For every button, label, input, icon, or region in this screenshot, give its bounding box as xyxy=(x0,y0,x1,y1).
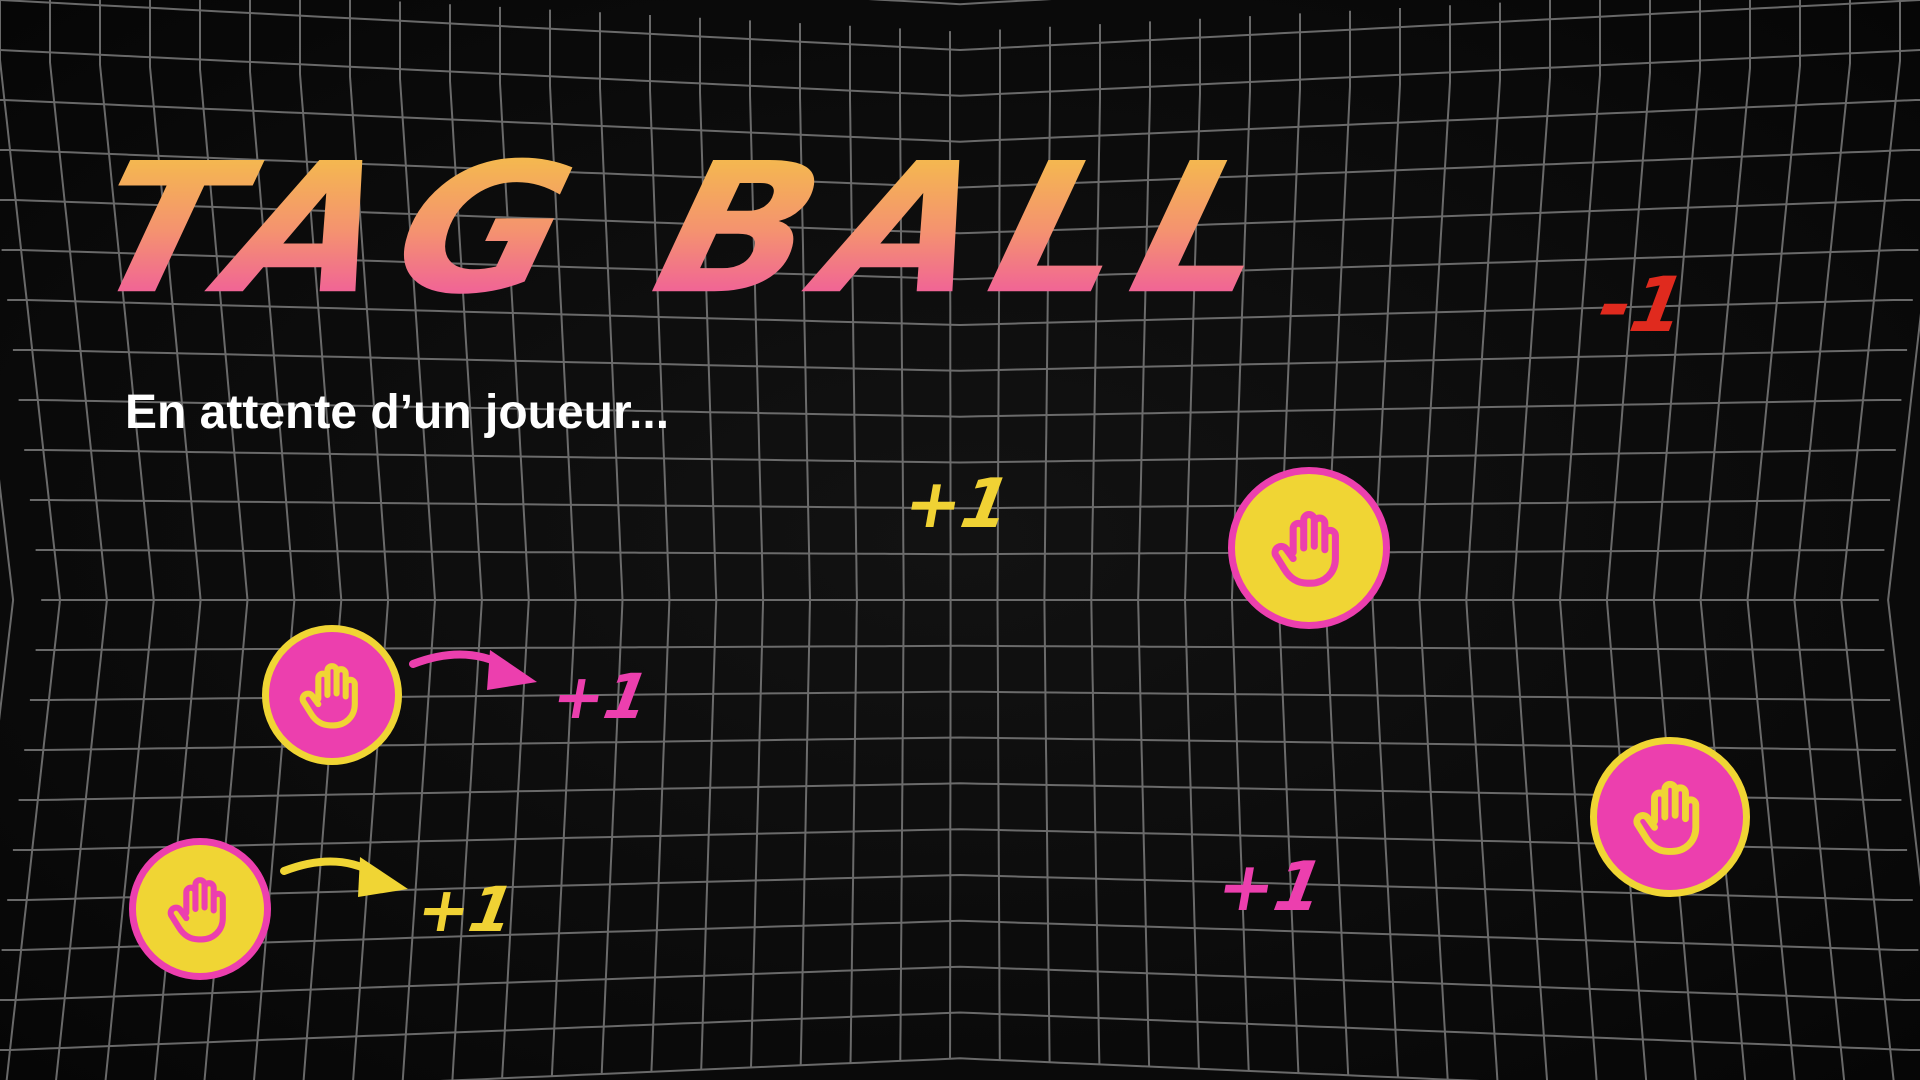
hand-icon xyxy=(1627,774,1713,860)
hand-token xyxy=(1590,737,1750,897)
hand-token xyxy=(1228,467,1390,629)
grid-line xyxy=(0,1011,1920,1051)
grid-line xyxy=(35,549,1885,556)
grid-line xyxy=(1418,5,1451,1080)
grid-line xyxy=(440,1057,1480,1080)
grid-line xyxy=(0,0,1920,52)
grid-line xyxy=(1699,0,1751,1080)
score-popup-minus-one: -1 xyxy=(1592,260,1693,349)
grid-line xyxy=(1746,0,1801,1080)
hand-icon xyxy=(294,657,370,733)
grid-line xyxy=(1652,0,1701,1080)
hand-icon xyxy=(162,871,238,947)
status-message: En attente d’un joueur... xyxy=(125,386,670,439)
hand-icon xyxy=(1265,504,1353,592)
grid-line xyxy=(1512,0,1551,1080)
grid-line xyxy=(1465,2,1501,1080)
game-title: TAG BALL xyxy=(71,124,1308,335)
grid-line xyxy=(1,919,1919,951)
grid-line xyxy=(868,0,1052,6)
grid-line xyxy=(1840,0,1901,1080)
score-popup-plus-one: +1 xyxy=(546,660,655,733)
grid-line xyxy=(1887,312,1920,888)
grid-line xyxy=(0,49,1920,97)
score-popup-plus-one: +1 xyxy=(898,465,1017,544)
score-popup-plus-one: +1 xyxy=(1211,848,1330,927)
hand-token xyxy=(129,838,271,980)
grid-line xyxy=(0,0,62,1080)
hand-token xyxy=(262,625,402,765)
game-screen: TAG BALL En attente d’un joueur... -1 +1… xyxy=(0,0,1920,1080)
grid-line xyxy=(1793,0,1851,1080)
grid-line xyxy=(0,965,1920,1001)
score-popup-plus-one: +1 xyxy=(411,873,520,946)
yellow-arrow xyxy=(280,857,408,897)
pink-arrow xyxy=(409,650,537,690)
grid-line xyxy=(12,349,1908,372)
grid-line xyxy=(24,449,1896,464)
grid-line xyxy=(49,0,108,1080)
